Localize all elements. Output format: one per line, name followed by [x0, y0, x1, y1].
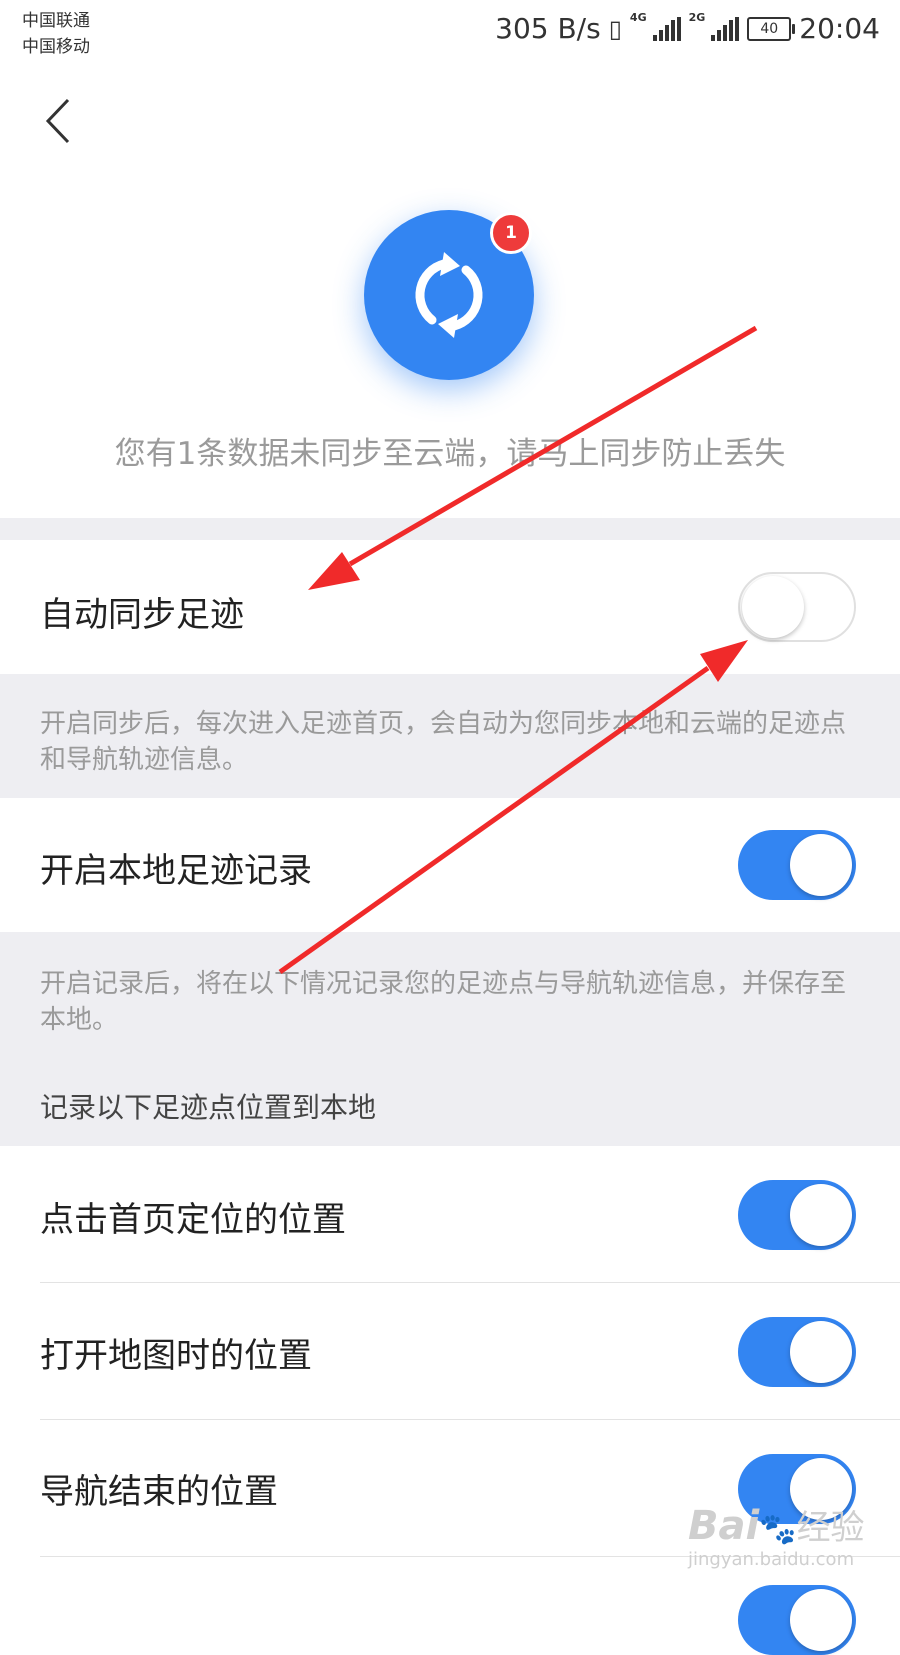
- baidu-watermark: Bai🐾经验 jingyan.baidu.com: [688, 1500, 865, 1570]
- arrow-line-1: [348, 325, 758, 567]
- arrow-head-2: [700, 640, 748, 682]
- arrow-line-2: [278, 665, 710, 975]
- watermark-url: jingyan.baidu.com: [688, 1549, 855, 1570]
- arrow-head-1: [308, 552, 360, 590]
- paw-icon: 🐾: [759, 1512, 797, 1547]
- watermark-brand-cn: 经验: [796, 1508, 865, 1548]
- watermark-brand: Bai: [688, 1503, 760, 1549]
- annotation-arrows: [278, 325, 758, 975]
